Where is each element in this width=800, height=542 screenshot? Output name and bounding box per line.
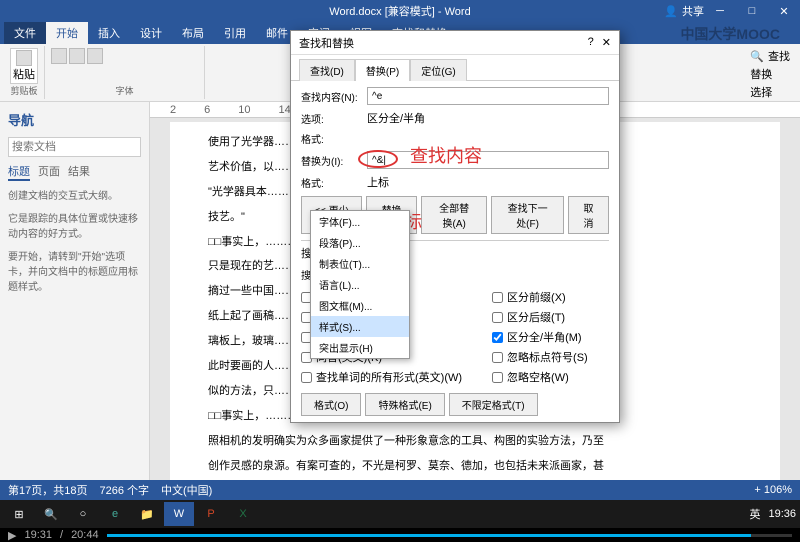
video-sep: / — [60, 529, 63, 541]
play-icon[interactable]: ▶ — [8, 529, 16, 542]
dd-style[interactable]: 样式(S)... — [311, 316, 409, 337]
replace-format-label: 格式: — [301, 175, 363, 190]
find-button[interactable]: 🔍查找 — [750, 48, 790, 64]
navigation-pane: 导航 标题 页面 结果 创建文档的交互式大纲。 它是跟踪的具体位置或快速移动内容… — [0, 102, 150, 480]
cancel-button[interactable]: 取消 — [568, 196, 609, 234]
bold-icon[interactable] — [51, 48, 67, 64]
no-format-button[interactable]: 不限定格式(T) — [449, 393, 538, 416]
underline-icon[interactable] — [87, 48, 103, 64]
nav-title: 导航 — [8, 110, 141, 129]
edge-icon[interactable]: e — [100, 502, 130, 526]
nav-hint: 它是跟踪的具体位置或快速移动内容的好方式。 — [8, 212, 141, 242]
close-button[interactable]: ✕ — [768, 0, 800, 22]
format-button[interactable]: 格式(O) — [301, 393, 361, 416]
dd-language[interactable]: 语言(L)... — [311, 274, 409, 295]
doc-text: 照相机的发明确实为众多画家提供了一种形象意念的工具、构图的实验方法，乃至 — [186, 431, 764, 452]
chk-forms[interactable]: 查找单词的所有形式(英文)(W) — [301, 369, 462, 385]
zoom-level[interactable]: + 106% — [754, 484, 792, 496]
paste-button[interactable]: 粘贴 — [10, 48, 38, 84]
maximize-button[interactable]: □ — [736, 0, 768, 22]
ime-indicator[interactable]: 英 — [749, 506, 760, 522]
dd-tabs[interactable]: 制表位(T)... — [311, 253, 409, 274]
paste-icon — [16, 50, 32, 66]
nav-tab-page[interactable]: 页面 — [38, 163, 60, 181]
chk-width[interactable]: 区分全/半角(M) — [492, 329, 588, 345]
dialog-tab-goto[interactable]: 定位(G) — [410, 59, 466, 81]
special-button[interactable]: 特殊格式(E) — [365, 393, 444, 416]
chk-punct[interactable]: 忽略标点符号(S) — [492, 349, 588, 365]
clipboard-label: 剪贴板 — [10, 84, 38, 97]
video-progress[interactable] — [107, 534, 792, 537]
replace-all-button[interactable]: 全部替换(A) — [421, 196, 487, 234]
replace-input[interactable] — [367, 151, 609, 169]
share-icon: 👤 — [664, 5, 678, 18]
menu-references[interactable]: 引用 — [214, 21, 256, 45]
video-current-time: 19:31 — [24, 529, 52, 541]
watermark: 中国大学MOOC — [680, 24, 780, 44]
nav-search-input[interactable] — [8, 137, 141, 157]
clock[interactable]: 19:36 — [768, 508, 796, 520]
menu-insert[interactable]: 插入 — [88, 21, 130, 45]
app-title: Word.docx [兼容模式] - Word — [329, 3, 470, 19]
replace-button[interactable]: 替换 — [750, 66, 790, 82]
word-icon[interactable]: W — [164, 502, 194, 526]
search-icon: 🔍 — [750, 50, 764, 63]
menu-file[interactable]: 文件 — [4, 21, 46, 45]
menu-layout[interactable]: 布局 — [172, 21, 214, 45]
status-language[interactable]: 中文(中国) — [161, 482, 212, 498]
nav-tab-heading[interactable]: 标题 — [8, 163, 30, 181]
replace-format-value: 上标 — [367, 174, 389, 190]
dialog-tab-find[interactable]: 查找(D) — [299, 59, 355, 81]
video-total-time: 20:44 — [71, 529, 99, 541]
minimize-button[interactable]: ─ — [704, 0, 736, 22]
powerpoint-icon[interactable]: P — [196, 502, 226, 526]
find-label: 查找内容(N): — [301, 89, 363, 104]
menu-home[interactable]: 开始 — [46, 21, 88, 45]
menu-design[interactable]: 设计 — [130, 21, 172, 45]
dialog-title: 查找和替换 — [299, 35, 354, 51]
chk-prefix[interactable]: 区分前缀(X) — [492, 289, 588, 305]
dd-frame[interactable]: 图文框(M)... — [311, 295, 409, 316]
dd-font[interactable]: 字体(F)... — [311, 211, 409, 232]
find-input[interactable] — [367, 87, 609, 105]
select-button[interactable]: 选择 — [750, 84, 790, 100]
replace-label: 替换为(I): — [301, 153, 363, 168]
status-words[interactable]: 7266 个字 — [99, 482, 149, 498]
font-label: 字体 — [51, 84, 198, 97]
italic-icon[interactable] — [69, 48, 85, 64]
nav-hint: 创建文档的交互式大纲。 — [8, 189, 141, 204]
dd-paragraph[interactable]: 段落(P)... — [311, 232, 409, 253]
options-label: 选项: — [301, 111, 363, 126]
explorer-icon[interactable]: 📁 — [132, 502, 162, 526]
format-dropdown: 字体(F)... 段落(P)... 制表位(T)... 语言(L)... 图文框… — [310, 210, 410, 359]
doc-text: 创作灵感的泉源。有案可查的，不光是柯罗、莫奈、德加，也包括未来派画家，甚 — [186, 456, 764, 477]
find-next-button[interactable]: 查找下一处(F) — [491, 196, 564, 234]
dialog-close-button[interactable]: ✕ — [602, 36, 611, 49]
cortana-icon[interactable]: ○ — [68, 502, 98, 526]
nav-tab-result[interactable]: 结果 — [68, 163, 90, 181]
dd-highlight[interactable]: 突出显示(H) — [311, 337, 409, 358]
dialog-help-button[interactable]: ? — [588, 36, 594, 49]
nav-hint: 要开始，请转到"开始"选项卡，并向文档中的标题应用标题样式。 — [8, 250, 141, 295]
format-label: 格式: — [301, 131, 363, 146]
start-button[interactable]: ⊞ — [4, 502, 34, 526]
search-icon[interactable]: 🔍 — [36, 502, 66, 526]
excel-icon[interactable]: X — [228, 502, 258, 526]
options-value: 区分全/半角 — [367, 110, 425, 126]
dialog-tab-replace[interactable]: 替换(P) — [355, 59, 410, 81]
chk-suffix[interactable]: 区分后缀(T) — [492, 309, 588, 325]
share-button[interactable]: 👤 共享 — [664, 3, 704, 19]
chk-space[interactable]: 忽略空格(W) — [492, 369, 588, 385]
status-page[interactable]: 第17页，共18页 — [8, 482, 87, 498]
